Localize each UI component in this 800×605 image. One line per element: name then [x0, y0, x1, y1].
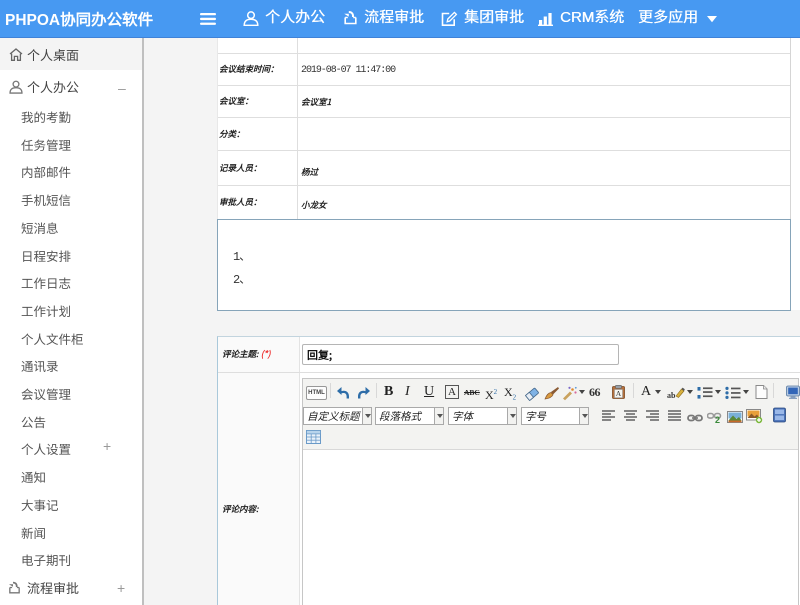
svg-text:ab: ab: [667, 391, 676, 400]
svg-text:A: A: [616, 389, 622, 398]
svg-text:2: 2: [715, 415, 720, 425]
